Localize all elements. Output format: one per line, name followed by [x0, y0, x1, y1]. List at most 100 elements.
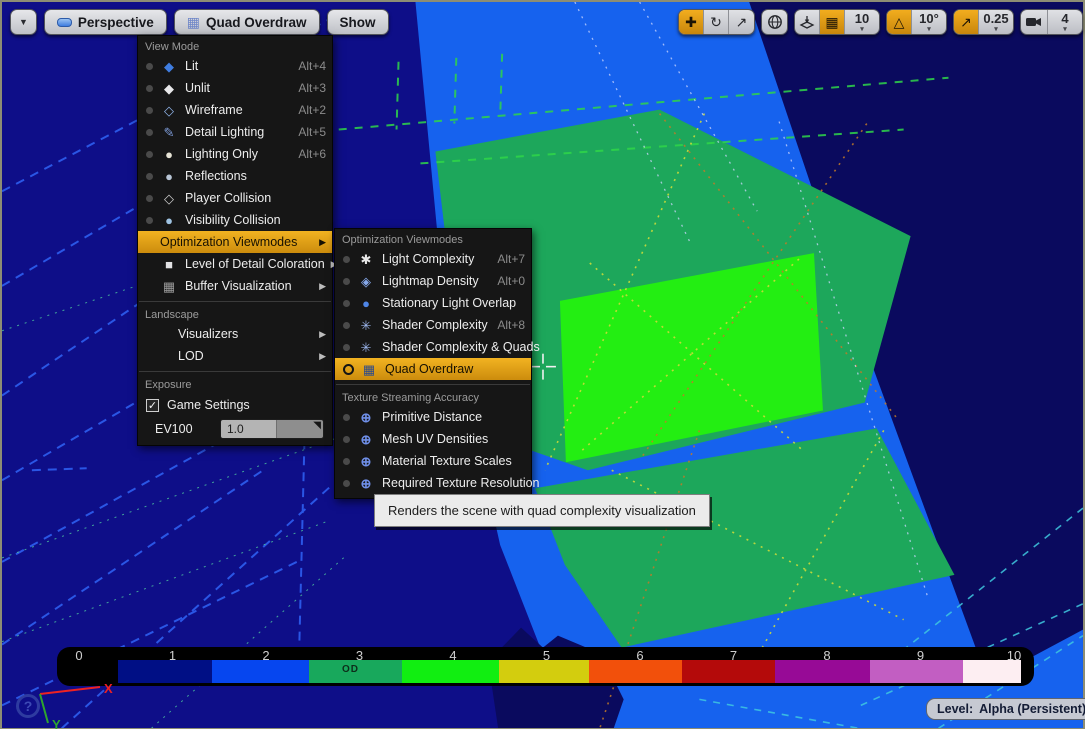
- menu-item-lit[interactable]: ◆ Lit Alt+4: [138, 55, 332, 77]
- menu-item-material-texture-scales[interactable]: ⊕ Material Texture Scales: [335, 450, 531, 472]
- view-mode-button[interactable]: ▦ Quad Overdraw: [174, 9, 320, 35]
- tooltip: Renders the scene with quad complexity v…: [374, 494, 710, 527]
- perspective-button[interactable]: Perspective: [44, 9, 167, 35]
- radio-icon: [343, 436, 350, 443]
- menu-item-lod[interactable]: LOD ▶: [138, 345, 332, 367]
- menu-item-quad-overdraw[interactable]: ▦ Quad Overdraw: [335, 358, 531, 380]
- move-tool-button[interactable]: ✚: [679, 10, 704, 34]
- caret-down-icon: ▾: [994, 26, 998, 33]
- menu-item-label: Primitive Distance: [382, 410, 525, 424]
- menu-separator: [336, 384, 530, 385]
- material-texture-scales-icon: ⊕: [357, 455, 375, 468]
- stationary-light-overlap-icon: ●: [357, 297, 375, 310]
- viewport-toolbar-right: ✚ ↻ ↗ ▦ 10 ▾ △ 10° ▾: [678, 9, 1085, 35]
- radio-icon: [146, 151, 153, 158]
- lighting-only-icon: ●: [160, 148, 178, 161]
- overdraw-marker-label: OD: [342, 664, 359, 675]
- menu-item-shortcut: Alt+8: [497, 318, 525, 332]
- unreal-editor-viewport: { "toolbar": { "dropdown_arrow": "▼", "p…: [0, 0, 1085, 729]
- scale-snap-toggle[interactable]: ↗: [954, 10, 979, 34]
- menu-item-label: Lighting Only: [185, 147, 290, 161]
- menu-item-label: Unlit: [185, 81, 290, 95]
- menu-item-label: Lightmap Density: [382, 274, 489, 288]
- radio-icon: [146, 85, 153, 92]
- scale-segment: [118, 660, 212, 683]
- ev100-track[interactable]: ◥: [277, 420, 323, 438]
- ev100-slider[interactable]: 1.0 ◥: [220, 419, 324, 439]
- menu-item-label: Level of Detail Coloration: [185, 257, 325, 271]
- surface-snap-button[interactable]: [795, 10, 820, 34]
- scale-segment: [775, 660, 870, 683]
- submenu-arrow-icon: ▶: [319, 281, 326, 292]
- menu-item-label: Player Collision: [185, 191, 326, 205]
- globe-icon: [767, 14, 783, 30]
- unlit-icon: ◆: [160, 82, 178, 95]
- menu-item-required-texture-resolution[interactable]: ⊕ Required Texture Resolution: [335, 472, 531, 494]
- landscape-section-header: Landscape: [138, 306, 332, 323]
- level-label: Level:: [937, 702, 973, 716]
- menu-item-visualizers[interactable]: Visualizers ▶: [138, 323, 332, 345]
- radio-icon: [343, 344, 350, 351]
- menu-item-label: Wireframe: [185, 103, 290, 117]
- shader-complexity-quads-icon: ✳: [357, 341, 375, 354]
- menu-item-shader-complexity[interactable]: ✳ Shader Complexity Alt+8: [335, 314, 531, 336]
- submenu-arrow-icon: ▶: [319, 237, 326, 248]
- ev100-label: EV100: [146, 422, 220, 436]
- radio-icon: [146, 63, 153, 70]
- transform-tools-group: ✚ ↻ ↗: [678, 9, 755, 35]
- drag-corner-icon: ◥: [313, 421, 321, 431]
- menu-item-shader-complexity-quads[interactable]: ✳ Shader Complexity & Quads: [335, 336, 531, 358]
- menu-item-lighting-only[interactable]: ● Lighting Only Alt+6: [138, 143, 332, 165]
- viewport-options-button[interactable]: ▼: [10, 9, 37, 35]
- menu-item-player-collision[interactable]: ◇ Player Collision: [138, 187, 332, 209]
- rotation-snap-toggle[interactable]: △: [887, 10, 912, 34]
- lightmap-density-icon: ◈: [357, 275, 375, 288]
- camera-speed-value: 4: [1061, 12, 1068, 25]
- menu-item-light-complexity[interactable]: ✱ Light Complexity Alt+7: [335, 248, 531, 270]
- menu-item-mesh-uv-densities[interactable]: ⊕ Mesh UV Densities: [335, 428, 531, 450]
- scale-snap-value-dropdown[interactable]: 0.25 ▾: [979, 10, 1013, 34]
- game-settings-checkbox[interactable]: ✓: [146, 399, 159, 412]
- rotate-icon: ↻: [710, 15, 722, 29]
- menu-item-shortcut: Alt+6: [298, 147, 326, 161]
- radio-icon: [343, 300, 350, 307]
- menu-item-lod-coloration[interactable]: ■ Level of Detail Coloration ▶: [138, 253, 332, 275]
- menu-item-shortcut: Alt+5: [298, 125, 326, 139]
- move-icon: ✚: [685, 15, 697, 29]
- shader-complexity-icon: ✳: [357, 319, 375, 332]
- scale-tool-button[interactable]: ↗: [729, 10, 754, 34]
- menu-item-label: Material Texture Scales: [382, 454, 525, 468]
- menu-item-reflections[interactable]: ● Reflections: [138, 165, 332, 187]
- menu-item-primitive-distance[interactable]: ⊕ Primitive Distance: [335, 406, 531, 428]
- show-button[interactable]: Show: [327, 9, 389, 35]
- radio-icon: [146, 217, 153, 224]
- exposure-section-header: Exposure: [138, 376, 332, 393]
- menu-item-optimization-viewmodes[interactable]: Optimization Viewmodes ▶: [138, 231, 332, 253]
- rotate-tool-button[interactable]: ↻: [704, 10, 729, 34]
- axis-x-label: X: [104, 681, 113, 696]
- menu-item-stationary-light-overlap[interactable]: ● Stationary Light Overlap: [335, 292, 531, 314]
- rotation-snap-group: △ 10° ▾: [886, 9, 947, 35]
- menu-item-label: Detail Lighting: [185, 125, 290, 139]
- menu-item-visibility-collision[interactable]: ● Visibility Collision: [138, 209, 332, 231]
- camera-speed-button[interactable]: [1021, 10, 1048, 34]
- menu-item-label: Visualizers: [146, 327, 313, 341]
- camera-speed-dropdown[interactable]: 4 ▾: [1048, 10, 1082, 34]
- quad-overdraw-icon: ▦: [187, 15, 200, 29]
- radio-icon: [146, 173, 153, 180]
- detail-lighting-icon: ✎: [160, 126, 178, 139]
- perspective-icon: [57, 18, 72, 27]
- rotation-snap-value-dropdown[interactable]: 10° ▾: [912, 10, 946, 34]
- menu-item-detail-lighting[interactable]: ✎ Detail Lighting Alt+5: [138, 121, 332, 143]
- required-texture-resolution-icon: ⊕: [357, 477, 375, 490]
- scale-icon: ↗: [736, 15, 748, 29]
- menu-item-wireframe[interactable]: ◇ Wireframe Alt+2: [138, 99, 332, 121]
- caret-down-icon: ▾: [927, 26, 931, 33]
- menu-item-unlit[interactable]: ◆ Unlit Alt+3: [138, 77, 332, 99]
- menu-item-lightmap-density[interactable]: ◈ Lightmap Density Alt+0: [335, 270, 531, 292]
- menu-item-buffer-visualization[interactable]: ▦ Buffer Visualization ▶: [138, 275, 332, 297]
- grid-snap-value-dropdown[interactable]: 10 ▾: [845, 10, 879, 34]
- grid-snap-toggle[interactable]: ▦: [820, 10, 845, 34]
- menu-item-label: Stationary Light Overlap: [382, 296, 525, 310]
- world-coordinate-button[interactable]: [762, 10, 787, 34]
